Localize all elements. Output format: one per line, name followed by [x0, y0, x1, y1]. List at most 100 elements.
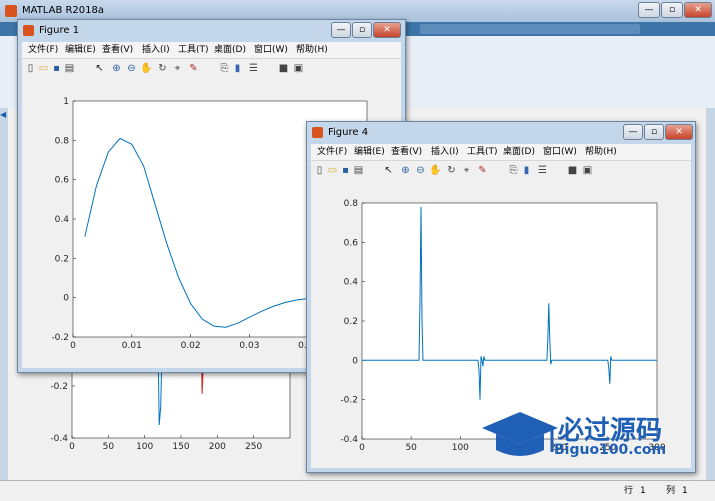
figure1-title: Figure 1 — [39, 25, 80, 36]
print-icon[interactable]: ▤ — [352, 164, 365, 177]
status-col-value: 1 — [682, 486, 688, 496]
menu-item[interactable]: 查看(V) — [102, 42, 133, 58]
figure-logo-icon — [23, 25, 34, 36]
menu-item[interactable]: 工具(T) — [178, 42, 209, 58]
main-close-button[interactable]: ✕ — [684, 2, 712, 18]
left-panel-edge: ◀ — [0, 108, 8, 480]
menu-item[interactable]: 文件(F) — [317, 144, 347, 160]
brush-icon[interactable]: ✎ — [476, 164, 489, 177]
link-plot-icon[interactable]: ⎘ — [507, 164, 520, 177]
menu-item[interactable]: 插入(I) — [142, 42, 170, 58]
x-tick-label: 0 — [69, 442, 75, 452]
y-tick-label: 0.6 — [55, 176, 70, 186]
quick-access-toolbar[interactable] — [420, 24, 640, 34]
save-icon[interactable]: ▪ — [339, 164, 352, 177]
new-file-icon[interactable]: ▯ — [24, 62, 37, 75]
y-tick-label: 0.8 — [55, 136, 70, 146]
pointer-icon[interactable]: ↖ — [382, 164, 395, 177]
data-cursor-icon[interactable]: ⌖ — [460, 164, 473, 177]
figure1-minimize-button[interactable]: — — [331, 22, 351, 38]
zoom-in-icon[interactable]: ⊕ — [399, 164, 412, 177]
x-tick-label: 250 — [245, 442, 262, 452]
figure4-title: Figure 4 — [328, 127, 369, 138]
y-tick-label: 0 — [63, 294, 69, 304]
menu-item[interactable]: 插入(I) — [431, 144, 459, 160]
link-plot-icon[interactable]: ⎘ — [218, 62, 231, 75]
x-tick-label: 0 — [359, 443, 365, 453]
figure1-maximize-button[interactable]: ▫ — [352, 22, 372, 38]
show-plot-tools-icon[interactable]: ▣ — [292, 62, 305, 75]
hide-plot-tools-icon[interactable]: ■ — [277, 62, 290, 75]
figure4-titlebar[interactable]: Figure 4 — ▫ ✕ — [307, 122, 695, 144]
y-tick-label: -0.2 — [51, 333, 69, 343]
show-plot-tools-icon[interactable]: ▣ — [581, 164, 594, 177]
watermark-url: Biguo100.com — [554, 442, 667, 458]
zoom-out-icon[interactable]: ⊖ — [414, 164, 427, 177]
main-minimize-button[interactable]: — — [638, 2, 660, 18]
rotate-3d-icon[interactable]: ↻ — [445, 164, 458, 177]
pan-hand-icon[interactable]: ✋ — [140, 62, 153, 75]
figure4-menubar: 文件(F) 编辑(E) 查看(V) 插入(I) 工具(T) 桌面(D) 窗口(W) 帮助(H) — [311, 144, 691, 160]
graduation-cap-icon — [482, 412, 558, 456]
y-tick-label: 0.2 — [55, 254, 69, 264]
print-icon[interactable]: ▤ — [63, 62, 76, 75]
figure1-titlebar[interactable]: Figure 1 — ▫ ✕ — [18, 20, 405, 42]
figure1-close-button[interactable]: ✕ — [373, 22, 401, 38]
zoom-out-icon[interactable]: ⊖ — [125, 62, 138, 75]
legend-icon[interactable]: ☰ — [536, 164, 549, 177]
x-tick-label: 0.03 — [239, 341, 259, 351]
save-icon[interactable]: ▪ — [50, 62, 63, 75]
data-cursor-icon[interactable]: ⌖ — [171, 62, 184, 75]
legend-icon[interactable]: ☰ — [247, 62, 260, 75]
status-row-value: 1 — [640, 486, 646, 496]
open-folder-icon[interactable]: ▭ — [37, 62, 50, 75]
status-col-label: 列 — [666, 486, 676, 496]
main-maximize-button[interactable]: ▫ — [661, 2, 683, 18]
zoom-in-icon[interactable]: ⊕ — [110, 62, 123, 75]
pointer-icon[interactable]: ↖ — [93, 62, 106, 75]
colorbar-icon[interactable]: ▮ — [520, 164, 533, 177]
y-tick-label: 0 — [352, 356, 358, 366]
rotate-3d-icon[interactable]: ↻ — [156, 62, 169, 75]
x-tick-label: 150 — [172, 442, 189, 452]
menu-item[interactable]: 文件(F) — [28, 42, 58, 58]
menu-item[interactable]: 窗口(W) — [254, 42, 288, 58]
figure4-maximize-button[interactable]: ▫ — [644, 124, 664, 140]
menu-item[interactable]: 窗口(W) — [543, 144, 577, 160]
y-tick-label: 0.4 — [55, 215, 70, 225]
y-tick-label: -0.2 — [340, 396, 358, 406]
new-file-icon[interactable]: ▯ — [313, 164, 326, 177]
watermark: 必过源码 Biguo100.com — [480, 408, 710, 470]
menu-item[interactable]: 工具(T) — [467, 144, 498, 160]
y-tick-label: -0.4 — [340, 435, 358, 445]
menu-item[interactable]: 桌面(D) — [503, 144, 535, 160]
figure4-close-button[interactable]: ✕ — [665, 124, 693, 140]
menu-item[interactable]: 编辑(E) — [354, 144, 385, 160]
y-tick-label: -0.4 — [50, 434, 68, 444]
open-folder-icon[interactable]: ▭ — [326, 164, 339, 177]
colorbar-icon[interactable]: ▮ — [231, 62, 244, 75]
menu-item[interactable]: 查看(V) — [391, 144, 422, 160]
figure4-toolbar: ▯ ▭ ▪ ▤ ↖ ⊕ ⊖ ✋ ↻ ⌖ ✎ ⎘ ▮ ☰ ■ ▣ — [311, 160, 691, 182]
hide-plot-tools-icon[interactable]: ■ — [566, 164, 579, 177]
x-tick-label: 50 — [103, 442, 115, 452]
pan-hand-icon[interactable]: ✋ — [429, 164, 442, 177]
y-tick-label: 1 — [63, 97, 69, 107]
figure1-toolbar: ▯ ▭ ▪ ▤ ↖ ⊕ ⊖ ✋ ↻ ⌖ ✎ ⎘ ▮ ☰ ■ ▣ — [22, 58, 401, 80]
menu-item[interactable]: 帮助(H) — [585, 144, 617, 160]
x-tick-label: 100 — [452, 443, 469, 453]
menu-item[interactable]: 桌面(D) — [214, 42, 246, 58]
x-tick-label: 0.01 — [122, 341, 142, 351]
x-tick-label: 100 — [136, 442, 153, 452]
brush-icon[interactable]: ✎ — [187, 62, 200, 75]
y-tick-label: -0.2 — [50, 382, 68, 392]
y-tick-label: 0.8 — [344, 199, 359, 209]
x-tick-label: 0.02 — [181, 341, 201, 351]
menu-item[interactable]: 帮助(H) — [296, 42, 328, 58]
y-tick-label: 0.4 — [344, 278, 359, 288]
status-row-label: 行 — [624, 486, 634, 496]
figure-logo-icon — [312, 127, 323, 138]
collapse-arrow-icon[interactable]: ◀ — [0, 110, 6, 119]
figure4-minimize-button[interactable]: — — [623, 124, 643, 140]
menu-item[interactable]: 编辑(E) — [65, 42, 96, 58]
